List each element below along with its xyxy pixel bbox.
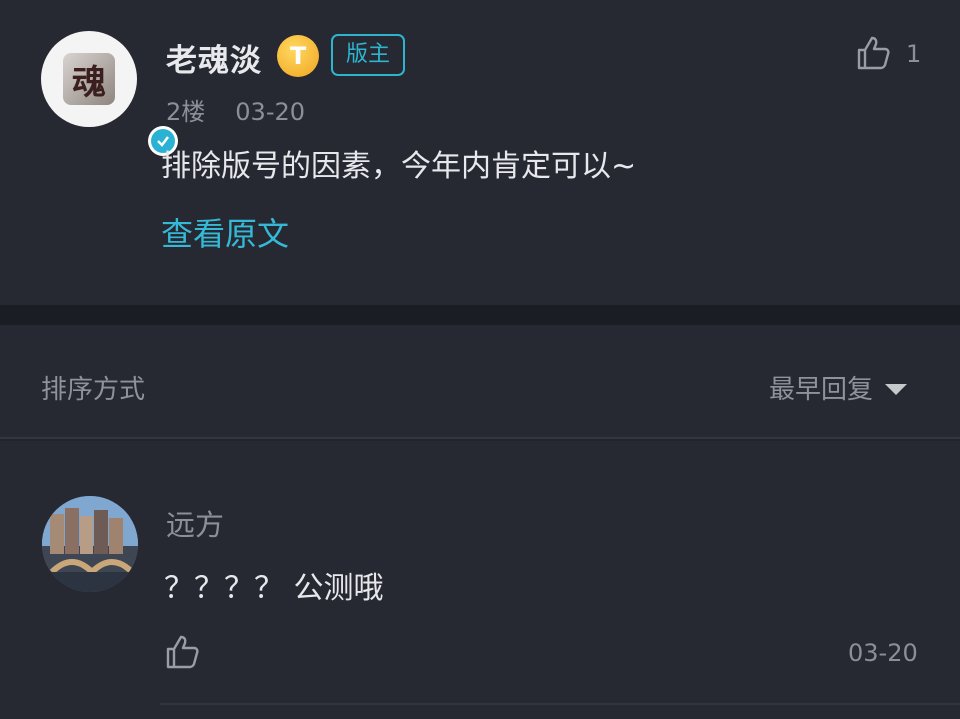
post-content: 排除版号的因素，今年内肯定可以~ <box>161 149 637 184</box>
reply-date: 03-20 <box>848 639 918 667</box>
thumbs-up-icon[interactable] <box>162 632 202 672</box>
sort-dropdown[interactable]: 最早回复 <box>769 369 908 406</box>
reply-divider <box>160 703 960 705</box>
avatar-image <box>42 496 138 592</box>
reply-author-name[interactable]: 远方 <box>166 502 224 544</box>
moderator-badge: 版主 <box>331 34 406 76</box>
post-meta: 2楼 03-20 <box>166 92 305 127</box>
post-date: 03-20 <box>235 98 306 126</box>
reply-avatar[interactable] <box>42 496 138 592</box>
floor-number: 2楼 <box>166 98 206 126</box>
author-name[interactable]: 老魂淡 <box>166 35 262 80</box>
author-avatar[interactable]: 魂 <box>41 31 178 156</box>
sort-bar: 排序方式 最早回复 <box>0 325 960 439</box>
like-count: 1 <box>906 40 922 68</box>
main-post: 魂 老魂淡 T 版主 2楼 03-20 排除版号的因素，今年内肯定可以~ 查看原文… <box>0 0 960 305</box>
view-original-link[interactable]: 查看原文 <box>161 209 289 255</box>
sort-selected-value: 最早回复 <box>769 375 874 405</box>
chevron-down-icon <box>885 383 908 395</box>
avatar-image: 魂 <box>63 53 115 105</box>
level-badge-icon: T <box>277 35 319 77</box>
thumbs-up-icon[interactable] <box>853 33 893 73</box>
section-divider <box>0 305 960 325</box>
reply-content: ？？？？ 公测哦 <box>164 571 384 606</box>
sort-label: 排序方式 <box>41 375 146 405</box>
reply-item: 远方 ？？？？ 公测哦 03-20 <box>0 441 960 719</box>
